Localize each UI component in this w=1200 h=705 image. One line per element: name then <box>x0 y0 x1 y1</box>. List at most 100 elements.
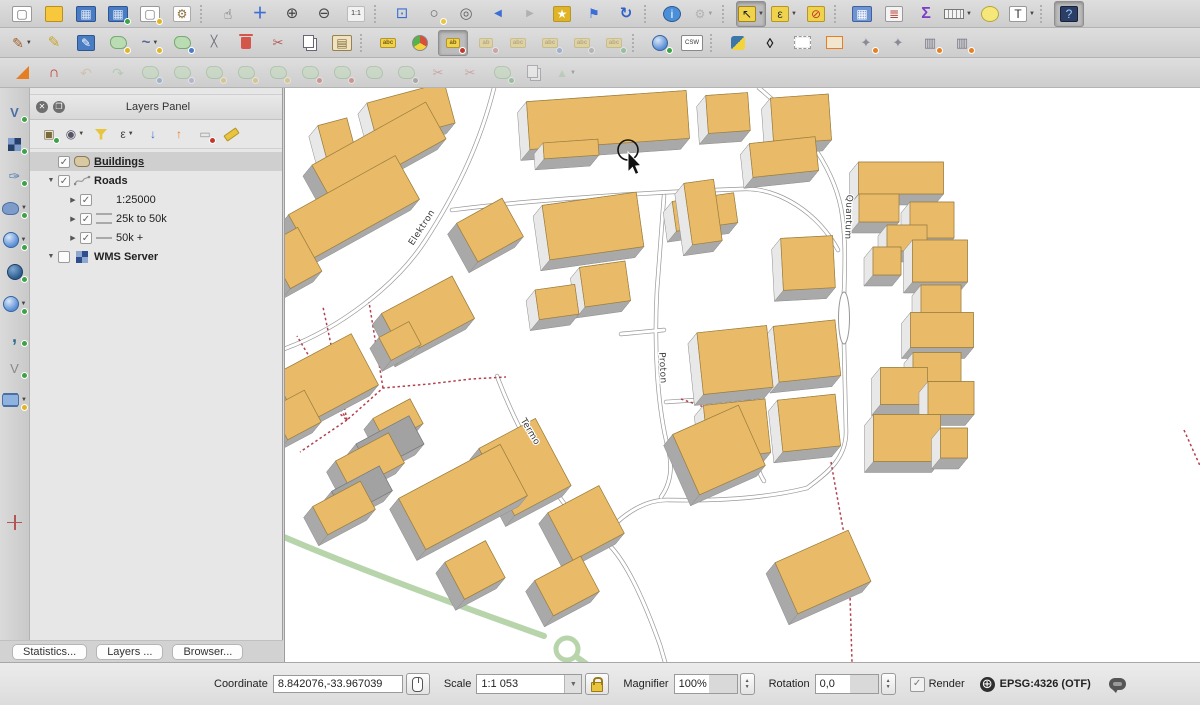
scale-lock-button[interactable] <box>585 673 609 695</box>
layer-visibility-checkbox[interactable] <box>58 251 70 263</box>
panel-detach-icon[interactable]: ❐ <box>53 101 65 113</box>
disclosure-triangle-icon[interactable]: ▼ <box>44 253 58 260</box>
expand-all-button[interactable]: ↓ <box>141 123 165 145</box>
layer-visibility-checkbox[interactable]: ✓ <box>58 156 70 168</box>
composer-manager-button[interactable]: ⚙ <box>168 2 196 26</box>
add-feature-button[interactable] <box>104 31 132 55</box>
python-console-button[interactable] <box>724 31 752 55</box>
style-manager-add-button[interactable]: ▥ <box>948 31 976 55</box>
zoom-to-selection-button[interactable]: ○ <box>420 2 448 26</box>
zoom-full-button[interactable]: ⊡ <box>388 2 416 26</box>
zoom-native-button[interactable]: 1:1 <box>342 2 370 26</box>
identify-features-button[interactable]: i <box>658 2 686 26</box>
refresh-map-button[interactable]: ↻ <box>612 2 640 26</box>
node-tool-button[interactable]: ╳ <box>200 31 228 55</box>
open-attribute-table-button[interactable]: ▦ <box>848 2 876 26</box>
disclosure-triangle-icon[interactable]: ▼ <box>44 177 58 184</box>
layer-item-wms-server[interactable]: ▼WMS Server <box>30 247 282 266</box>
dropdown-arrow-icon[interactable]: ▼ <box>758 11 764 17</box>
dropdown-arrow-icon[interactable]: ▼ <box>128 131 134 137</box>
crs-status[interactable]: EPSG:4326 (OTF) <box>1000 678 1091 690</box>
filter-by-expression-button[interactable]: ε▼ <box>115 123 139 145</box>
add-vector-layer-button[interactable]: V <box>1 100 29 124</box>
measure-button[interactable]: ▼ <box>944 2 972 26</box>
select-by-expression-button[interactable]: ε▼ <box>770 2 798 26</box>
annotation-frame-button[interactable] <box>820 31 848 55</box>
text-annotation-button[interactable]: T▼ <box>1008 2 1036 26</box>
add-wcs-layer-button[interactable] <box>1 260 29 284</box>
dropdown-arrow-icon[interactable]: ▼ <box>1029 11 1035 17</box>
save-project-button[interactable]: ▦ <box>72 2 100 26</box>
add-spatialite-layer-button[interactable]: ✑ <box>1 164 29 188</box>
pin-unpin-labels-button[interactable]: ab <box>438 30 468 56</box>
dropdown-arrow-icon[interactable]: ▼ <box>26 40 32 46</box>
new-project-button[interactable]: ▢ <box>8 2 36 26</box>
dropdown-arrow-icon[interactable]: ▼ <box>21 397 27 403</box>
add-group-button[interactable]: ▣ <box>37 123 61 145</box>
labeling-button[interactable]: abc <box>374 31 402 55</box>
dropdown-arrow-icon[interactable]: ▼ <box>966 11 972 17</box>
render-checkbox[interactable]: ✓ <box>910 677 925 692</box>
remove-layer-button[interactable]: ▭ <box>193 123 217 145</box>
pan-to-selection-button[interactable]: ＋ <box>246 2 274 26</box>
save-project-as-button[interactable]: ▦ <box>104 2 132 26</box>
show-bookmarks-button[interactable]: ⚑ <box>580 2 608 26</box>
dropdown-arrow-icon[interactable]: ▼ <box>21 205 27 211</box>
move-feature-button[interactable] <box>168 31 196 55</box>
add-virtual-layer-button[interactable]: ▼ <box>1 388 29 412</box>
dropdown-arrow-icon[interactable]: ▼ <box>791 11 797 17</box>
dropdown-arrow-icon[interactable]: ▼ <box>707 11 713 17</box>
snapping-options-button[interactable]: ∩ <box>40 61 68 85</box>
add-circular-string-button[interactable]: ~▼ <box>136 31 164 55</box>
dropdown-arrow-icon[interactable]: ▼ <box>21 301 27 307</box>
map-tips-button[interactable] <box>976 2 1004 26</box>
zoom-in-button[interactable]: ⊕ <box>278 2 306 26</box>
filter-legend-button[interactable] <box>89 123 113 145</box>
layer-item-1-25000[interactable]: ▶✓1:25000 <box>30 190 282 209</box>
layer-visibility-checkbox[interactable]: ✓ <box>80 194 92 206</box>
zoom-to-layer-button[interactable]: ◎ <box>452 2 480 26</box>
dropdown-arrow-icon[interactable]: ▼ <box>21 237 27 243</box>
processing-wand-button[interactable]: ✦ <box>884 31 912 55</box>
delete-selected-button[interactable] <box>232 31 260 55</box>
csw-catalog-button[interactable]: CSW <box>678 31 706 55</box>
manage-layer-visibility-button[interactable]: ◉▼ <box>63 123 87 145</box>
touch-crosshair-button[interactable] <box>1 510 29 534</box>
messages-icon[interactable] <box>1109 678 1126 690</box>
new-bookmark-button[interactable]: ★ <box>548 2 576 26</box>
panel-close-icon[interactable]: ✕ <box>36 101 48 113</box>
save-layer-edits-button[interactable]: ✎ <box>72 31 100 55</box>
processing-toolbox-button[interactable]: ✦ <box>852 31 880 55</box>
map-canvas[interactable]: ElektronQuantumProtonTermo <box>284 88 1200 662</box>
rotation-stepper[interactable]: ▲▼ <box>881 673 896 695</box>
zoom-last-button[interactable]: ◀ <box>484 2 512 26</box>
layer-visibility-checkbox[interactable]: ✓ <box>80 232 92 244</box>
cut-features-button[interactable]: ✂ <box>264 31 292 55</box>
coordinate-input[interactable]: 8.842076,-33.967039 <box>273 675 403 693</box>
rotation-input[interactable]: 0,0 <box>815 674 879 694</box>
add-delimited-text-layer-button[interactable]: , <box>1 324 29 348</box>
collapse-all-button[interactable]: ↑ <box>167 123 191 145</box>
crs-globe-icon[interactable]: ⊕ <box>980 677 995 692</box>
new-shapefile-layer-button[interactable]: V <box>1 356 29 380</box>
add-wms-layer-button[interactable]: ▼ <box>1 228 29 252</box>
field-calculator-button[interactable]: ≣ <box>880 2 908 26</box>
tab-browser[interactable]: Browser... <box>172 644 243 660</box>
add-postgis-layer-button[interactable]: ▼ <box>1 196 29 220</box>
copy-features-button[interactable] <box>296 31 324 55</box>
dropdown-arrow-icon[interactable]: ▼ <box>152 40 158 46</box>
chevron-down-icon[interactable]: ▼ <box>564 675 581 693</box>
magnifier-input[interactable]: 100% <box>674 674 738 694</box>
add-raster-layer-button[interactable] <box>1 132 29 156</box>
pan-map-button[interactable]: ☝ <box>214 2 242 26</box>
disclosure-triangle-icon[interactable]: ▶ <box>66 215 80 223</box>
layer-item-25k-to-50k[interactable]: ▶✓25k to 50k <box>30 209 282 228</box>
tab-statistics[interactable]: Statistics... <box>12 644 87 660</box>
scale-combobox[interactable]: 1:1 053 ▼ <box>476 674 582 694</box>
style-manager-check-button[interactable]: ▥ <box>916 31 944 55</box>
dropdown-arrow-icon[interactable]: ▼ <box>78 131 84 137</box>
dropdown-arrow-icon[interactable]: ▼ <box>570 70 576 76</box>
topology-checker-button[interactable]: ◊ <box>756 31 784 55</box>
current-edits-button[interactable]: ✎▼ <box>8 31 36 55</box>
disclosure-triangle-icon[interactable]: ▶ <box>66 234 80 242</box>
